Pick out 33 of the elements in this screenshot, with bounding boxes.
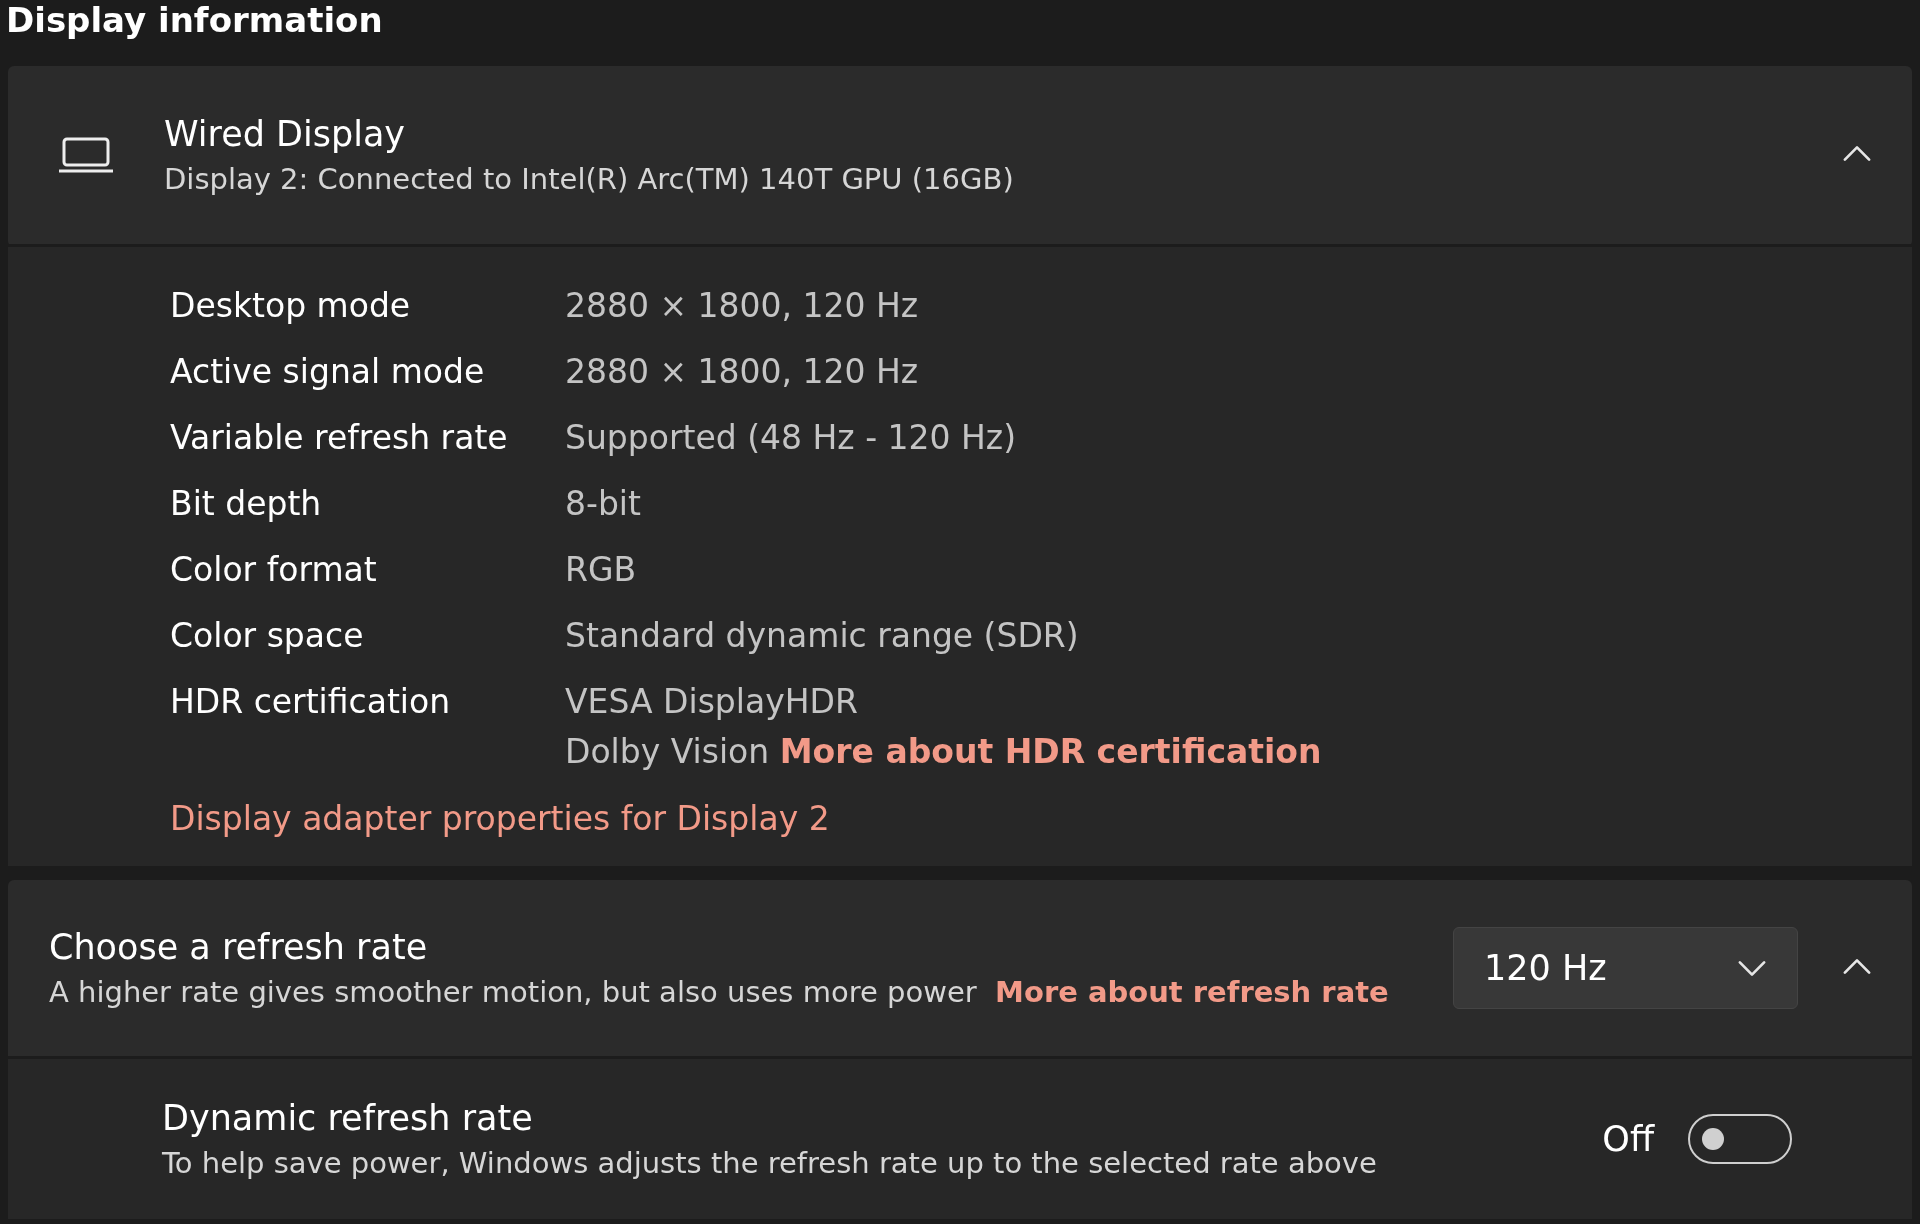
section-title: Display information	[5, 0, 384, 42]
caret-icon	[1737, 959, 1767, 977]
collapse-icon	[1842, 957, 1872, 975]
adapter-properties-link[interactable]: Display adapter properties for Display 2	[170, 799, 830, 838]
property-value: VESA DisplayHDR	[565, 681, 859, 723]
property-value: Standard dynamic range (SDR)	[565, 615, 1080, 657]
laptop-icon	[58, 137, 114, 173]
refresh-rate-dropdown[interactable]: 120 Hz	[1453, 927, 1798, 1009]
property-label: Active signal mode	[170, 351, 486, 393]
property-label: Variable refresh rate	[170, 417, 509, 459]
property-value: 2880 × 1800, 120 Hz	[565, 351, 920, 393]
display-card[interactable]: Wired Display Display 2: Connected to Intel(R) Arc(TM) 140T GPU (16GB)	[8, 66, 1912, 247]
dynamic-refresh-title: Dynamic refresh rate	[162, 1098, 534, 1138]
property-label: Desktop mode	[170, 285, 412, 327]
property-value: 8-bit	[565, 483, 642, 525]
refresh-rate-description: A higher rate gives smoother motion, but also uses more power	[49, 975, 977, 1009]
dynamic-refresh-description: To help save power, Windows adjusts the refresh rate up to the selected rate above	[162, 1146, 1378, 1180]
display-name: Wired Display	[164, 114, 407, 154]
hdr-info-link[interactable]: More about HDR certification	[779, 732, 1322, 771]
refresh-rate-title: Choose a refresh rate	[49, 927, 429, 967]
toggle-switch[interactable]	[1688, 1114, 1792, 1164]
property-label: Bit depth	[170, 483, 323, 525]
refresh-rate-link[interactable]: More about refresh rate	[995, 975, 1389, 1009]
property-value: Supported (48 Hz - 120 Hz)	[565, 417, 1018, 459]
property-label: Color format	[170, 549, 378, 591]
collapse-icon	[1842, 144, 1872, 162]
property-label: HDR certification	[170, 681, 452, 723]
property-value: 2880 × 1800, 120 Hz	[565, 285, 920, 327]
property-value: RGB	[565, 549, 638, 591]
toggle-state-label: Off	[1602, 1119, 1654, 1159]
property-value: Dolby Vision	[565, 732, 770, 771]
property-label: Color space	[170, 615, 365, 657]
display-subtitle: Display 2: Connected to Intel(R) Arc(TM) 140T GPU (16GB)	[164, 162, 1015, 196]
